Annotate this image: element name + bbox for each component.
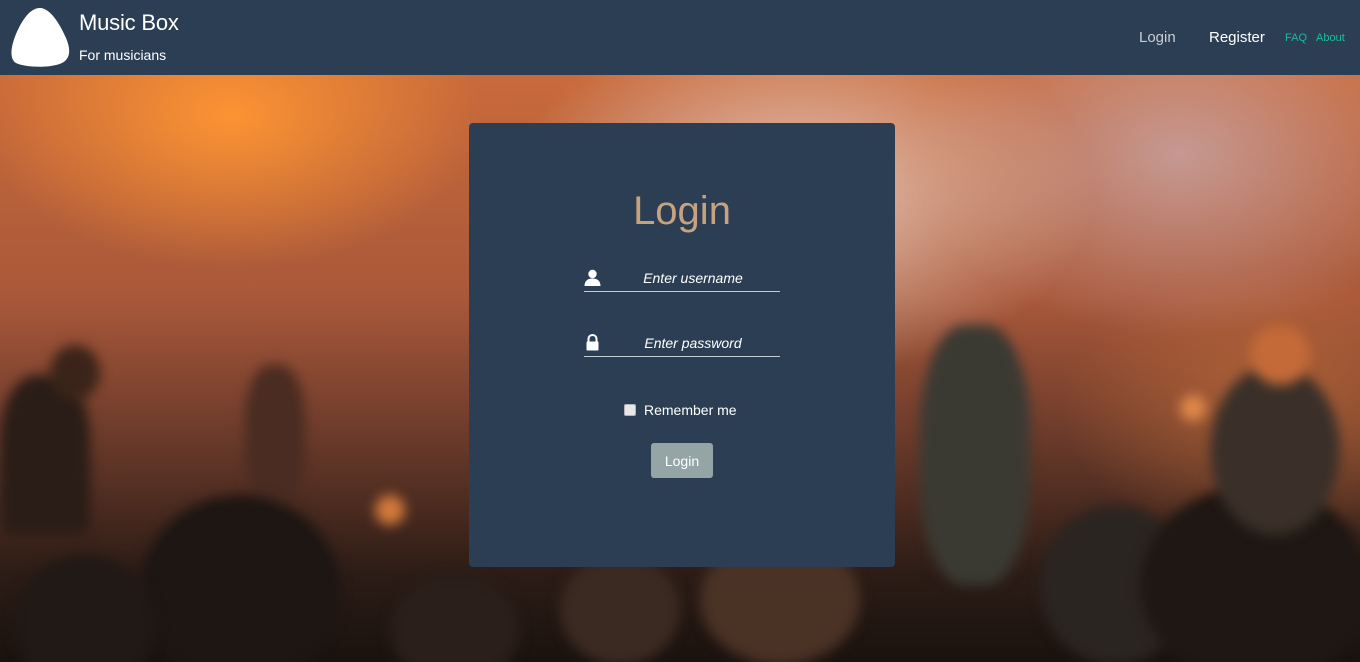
nav-login-link[interactable]: Login — [1139, 29, 1176, 46]
login-card: Login Remember me Login — [469, 123, 895, 567]
password-field — [584, 329, 780, 357]
brand-subtitle: For musicians — [79, 47, 167, 63]
remember-me-checkbox[interactable] — [624, 404, 636, 416]
nav-register-link[interactable]: Register — [1209, 29, 1265, 46]
password-input[interactable] — [606, 331, 780, 355]
user-icon — [584, 269, 601, 286]
username-field — [584, 264, 780, 292]
login-title: Login — [633, 189, 731, 233]
lock-icon — [586, 334, 599, 351]
nav-about-link[interactable]: About — [1316, 32, 1345, 44]
login-submit-button[interactable]: Login — [651, 443, 713, 478]
remember-me-label: Remember me — [644, 402, 737, 418]
username-input[interactable] — [606, 266, 780, 290]
top-navbar: Music Box For musicians Login Register F… — [0, 0, 1360, 75]
remember-me-option[interactable]: Remember me — [624, 400, 737, 420]
nav-faq-link[interactable]: FAQ — [1285, 32, 1307, 44]
brand-title[interactable]: Music Box — [79, 10, 179, 36]
logo-icon[interactable] — [10, 6, 72, 68]
